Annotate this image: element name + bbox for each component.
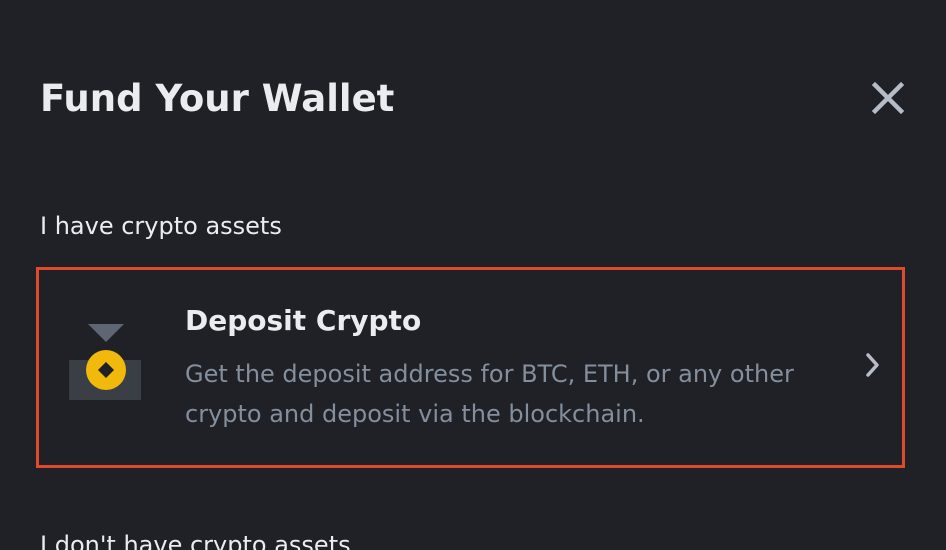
section-label-no-crypto: I don't have crypto assets	[40, 531, 351, 550]
fund-wallet-dialog: Fund Your Wallet I have crypto assets De…	[0, 0, 946, 550]
dialog-title: Fund Your Wallet	[40, 77, 395, 120]
option-description: Get the deposit address for BTC, ETH, or…	[185, 360, 794, 428]
chevron-right-icon	[866, 353, 879, 377]
deposit-crypto-icon	[69, 324, 141, 400]
option-title: Deposit Crypto	[185, 304, 422, 337]
close-icon	[871, 81, 905, 115]
deposit-crypto-option[interactable]: Deposit Crypto Get the deposit address f…	[36, 267, 905, 468]
section-label-have-crypto: I have crypto assets	[40, 212, 282, 240]
close-button[interactable]	[868, 78, 908, 118]
